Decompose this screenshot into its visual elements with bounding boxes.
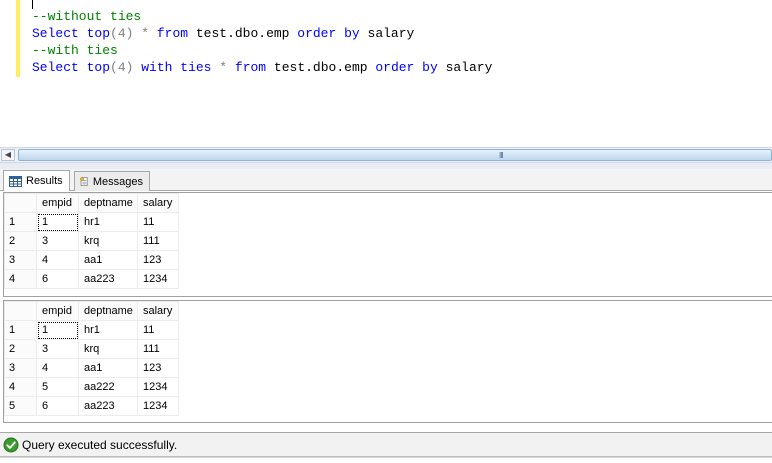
scroll-left-arrow-icon[interactable]: ◀ [1, 149, 15, 161]
code-line[interactable]: Select top(4) with ties * from test.dbo.… [32, 59, 492, 76]
grid-corner[interactable] [4, 193, 37, 213]
cell-empid[interactable]: 4 [36, 358, 79, 378]
row-number[interactable]: 3 [4, 250, 37, 270]
cell-empid[interactable]: 3 [36, 339, 79, 359]
code-line[interactable]: --without ties [32, 8, 492, 25]
check-circle-icon [3, 437, 19, 452]
cell-empid[interactable]: 4 [36, 250, 79, 270]
table-row[interactable]: 1 1 hr1 11 [4, 320, 179, 340]
query-editor[interactable]: --without ties Select top(4) * from test.… [0, 0, 772, 147]
cell-deptname[interactable]: aa1 [78, 250, 138, 270]
cell-salary[interactable]: 123 [137, 250, 179, 270]
table-row[interactable]: 4 5 aa222 1234 [4, 377, 179, 397]
cell-empid[interactable]: 6 [36, 396, 79, 416]
cell-salary[interactable]: 1234 [137, 377, 179, 397]
row-number[interactable]: 5 [4, 396, 37, 416]
code-line[interactable]: Select top(4) * from test.dbo.emp order … [32, 25, 492, 42]
table-row[interactable]: 2 3 krq 111 [4, 339, 179, 359]
row-number[interactable]: 1 [4, 320, 37, 340]
scroll-grip: III [499, 151, 504, 160]
bottom-strip [0, 457, 772, 463]
cell-deptname[interactable]: aa1 [78, 358, 138, 378]
cell-salary[interactable]: 1234 [137, 396, 179, 416]
code-line[interactable]: --with ties [32, 42, 492, 59]
cell-deptname[interactable]: aa222 [78, 377, 138, 397]
scroll-thumb[interactable]: III [18, 149, 772, 161]
row-number[interactable]: 4 [4, 377, 37, 397]
row-number[interactable]: 3 [4, 358, 37, 378]
cell-empid[interactable]: 5 [36, 377, 79, 397]
column-header-salary[interactable]: salary [137, 301, 179, 321]
cell-deptname[interactable]: aa223 [78, 396, 138, 416]
tab-messages[interactable]: Messages [74, 171, 150, 191]
cell-empid[interactable]: 1 [36, 212, 79, 232]
table-row[interactable]: 1 1 hr1 11 [4, 212, 179, 232]
grid-icon [9, 175, 22, 187]
table-row[interactable]: 4 6 aa223 1234 [4, 269, 179, 289]
column-header-salary[interactable]: salary [137, 193, 179, 213]
result-grid-2[interactable]: empid deptname salary 1 1 hr1 11 2 3 krq… [3, 300, 772, 423]
table-row[interactable]: 3 4 aa1 123 [4, 358, 179, 378]
cell-salary[interactable]: 11 [137, 320, 179, 340]
row-number[interactable]: 1 [4, 212, 37, 232]
cell-salary[interactable]: 1234 [137, 269, 179, 289]
editor-horizontal-scrollbar[interactable]: ◀ III [0, 147, 772, 163]
table-row[interactable]: 3 4 aa1 123 [4, 250, 179, 270]
change-tracking-bar [16, 0, 20, 77]
cell-deptname[interactable]: hr1 [78, 320, 138, 340]
cell-salary[interactable]: 11 [137, 212, 179, 232]
table-row[interactable]: 2 3 krq 111 [4, 231, 179, 251]
grid-header-row: empid deptname salary [4, 193, 179, 213]
result-grid-1[interactable]: empid deptname salary 1 1 hr1 11 2 3 krq… [3, 192, 772, 297]
cell-deptname[interactable]: aa223 [78, 269, 138, 289]
cell-empid[interactable]: 3 [36, 231, 79, 251]
column-header-empid[interactable]: empid [36, 193, 79, 213]
row-number[interactable]: 4 [4, 269, 37, 289]
grid-corner[interactable] [4, 301, 37, 321]
cell-deptname[interactable]: krq [78, 339, 138, 359]
row-number[interactable]: 2 [4, 231, 37, 251]
status-message: Query executed successfully. [22, 437, 178, 452]
cell-empid[interactable]: 6 [36, 269, 79, 289]
cell-salary[interactable]: 111 [137, 339, 179, 359]
messages-icon [80, 177, 88, 186]
row-number[interactable]: 2 [4, 339, 37, 359]
cell-salary[interactable]: 111 [137, 231, 179, 251]
query-status-bar: Query executed successfully. [0, 432, 772, 457]
grid-header-row: empid deptname salary [4, 301, 179, 321]
table-row[interactable]: 5 6 aa223 1234 [4, 396, 179, 416]
results-tab-bar: Results Messages [0, 169, 772, 191]
cell-empid[interactable]: 1 [36, 320, 79, 340]
column-header-deptname[interactable]: deptname [78, 193, 138, 213]
tab-messages-label: Messages [92, 175, 143, 188]
results-pane: empid deptname salary 1 1 hr1 11 2 3 krq… [0, 191, 772, 432]
tab-results-label: Results [26, 175, 63, 187]
column-header-empid[interactable]: empid [36, 301, 79, 321]
cell-deptname[interactable]: hr1 [78, 212, 138, 232]
column-header-deptname[interactable]: deptname [78, 301, 138, 321]
tab-results[interactable]: Results [3, 170, 70, 191]
sql-code[interactable]: --without ties Select top(4) * from test.… [32, 8, 492, 76]
cell-salary[interactable]: 123 [137, 358, 179, 378]
cell-deptname[interactable]: krq [78, 231, 138, 251]
